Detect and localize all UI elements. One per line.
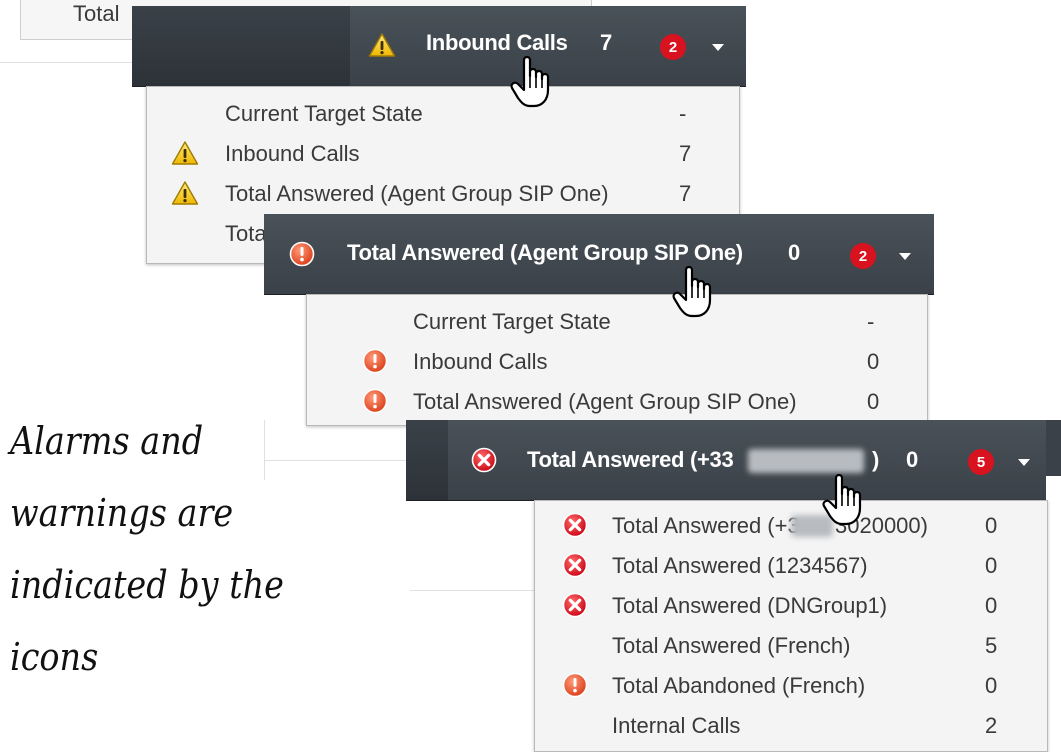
row-label: Total Abandoned (French)	[612, 673, 866, 698]
row-label: Total Answered (1234567)	[612, 553, 868, 578]
alarm-count-badge: 5	[968, 449, 994, 475]
caption-line: indicated by the	[10, 563, 284, 607]
list-item[interactable]: Total Answered (1234567) 0	[535, 545, 1047, 585]
panel-dropdown: Current Target State - Inbound Calls 0 T…	[306, 294, 928, 426]
list-item[interactable]: Current Target State -	[307, 301, 927, 341]
annotation-caption: Alarms and warnings are indicated by the…	[10, 405, 309, 693]
row-value: -	[679, 101, 687, 126]
panel-header-button[interactable]: Total Answered (Agent Group SIP One) 0 2	[264, 214, 934, 294]
list-item[interactable]: Total Answered (Agent Group SIP One) 7	[147, 173, 739, 213]
list-item[interactable]: Inbound Calls 7	[147, 133, 739, 173]
list-item[interactable]: Total Answered (+3 3020000) 0	[535, 505, 1047, 545]
chevron-down-icon[interactable]	[712, 44, 724, 51]
row-label: Current Target State	[225, 101, 423, 126]
warning-triangle-icon	[171, 140, 199, 166]
row-value: -	[867, 309, 875, 334]
alarm-count-badge: 2	[850, 243, 876, 269]
caption-line: Alarms and	[10, 419, 204, 463]
chevron-down-icon[interactable]	[1018, 459, 1030, 466]
row-label-start: Total Answered (+3	[612, 513, 800, 538]
row-value: 2	[985, 713, 998, 738]
caption-line: icons	[10, 635, 99, 679]
row-value: 0	[867, 349, 880, 374]
panel-header[interactable]: Total Answered (Agent Group SIP One) 0 2	[264, 214, 934, 295]
warning-triangle-icon	[171, 180, 199, 206]
kpi-panel-total-answered-phone: Total Answered (+33 ) 0 5 Total Answered…	[406, 420, 1048, 752]
row-label: Total Answered (French)	[612, 633, 851, 658]
hand-pointer-icon	[668, 262, 718, 322]
alert-exclamation-icon	[361, 388, 389, 414]
row-label: Internal Calls	[612, 713, 741, 738]
alert-exclamation-icon	[288, 241, 316, 267]
list-item[interactable]: Total Answered (DNGroup1) 0	[535, 585, 1047, 625]
hand-pointer-icon	[506, 52, 556, 112]
row-label: Total Answered (Agent Group SIP One)	[225, 181, 609, 206]
panel-header[interactable]: Inbound Calls 7 2	[132, 6, 746, 87]
panel-header[interactable]: Total Answered (+33 ) 0 5	[406, 420, 1046, 501]
row-value: 0	[985, 593, 998, 618]
panel-value: 0	[788, 240, 801, 265]
error-x-icon	[470, 447, 498, 473]
panel-dropdown: Total Answered (+3 3020000) 0 Total Answ…	[534, 500, 1048, 752]
error-x-icon	[561, 592, 589, 618]
row-label: Tota	[225, 221, 267, 246]
background-card-label: Total	[73, 1, 120, 26]
hand-pointer-icon	[818, 470, 868, 530]
row-value: 0	[867, 389, 880, 414]
alert-exclamation-icon	[361, 348, 389, 374]
error-x-icon	[561, 552, 589, 578]
row-label: Inbound Calls	[413, 349, 548, 374]
chevron-down-icon[interactable]	[899, 253, 911, 260]
row-label: Total Answered (Agent Group SIP One)	[413, 389, 797, 414]
row-value: 7	[679, 141, 692, 166]
warning-triangle-icon	[368, 32, 396, 58]
list-item[interactable]: Inbound Calls 0	[307, 341, 927, 381]
row-value: 0	[985, 553, 998, 578]
row-label: Current Target State	[413, 309, 611, 334]
row-label: Inbound Calls	[225, 141, 360, 166]
error-x-icon	[561, 512, 589, 538]
background-grid-line	[1046, 420, 1061, 476]
row-label: Total Answered (DNGroup1)	[612, 593, 888, 618]
row-value: 7	[679, 181, 692, 206]
list-item[interactable]: Total Abandoned (French) 0	[535, 665, 1047, 705]
caption-line: warnings are	[10, 491, 234, 535]
list-item[interactable]: Total Answered (Agent Group SIP One) 0	[307, 381, 927, 421]
list-item[interactable]: Internal Calls 2	[535, 705, 1047, 745]
alarm-count-badge: 2	[660, 34, 686, 60]
panel-header-button[interactable]: Total Answered (+33 ) 0 5	[448, 420, 1046, 500]
list-item[interactable]: Current Target State -	[147, 93, 739, 133]
background-grid-line	[0, 62, 140, 63]
panel-value: 7	[600, 30, 613, 55]
row-value: 0	[985, 673, 998, 698]
kpi-panel-total-answered-agent-group: Total Answered (Agent Group SIP One) 0 2…	[264, 214, 934, 426]
list-item[interactable]: Total Answered (French) 5	[535, 625, 1047, 665]
row-value: 0	[985, 513, 998, 538]
alert-exclamation-icon	[561, 672, 589, 698]
panel-title-start: Total Answered (+33	[527, 447, 734, 472]
panel-value: 0	[906, 447, 919, 472]
row-value: 5	[985, 633, 998, 658]
panel-title-end: )	[872, 447, 880, 472]
